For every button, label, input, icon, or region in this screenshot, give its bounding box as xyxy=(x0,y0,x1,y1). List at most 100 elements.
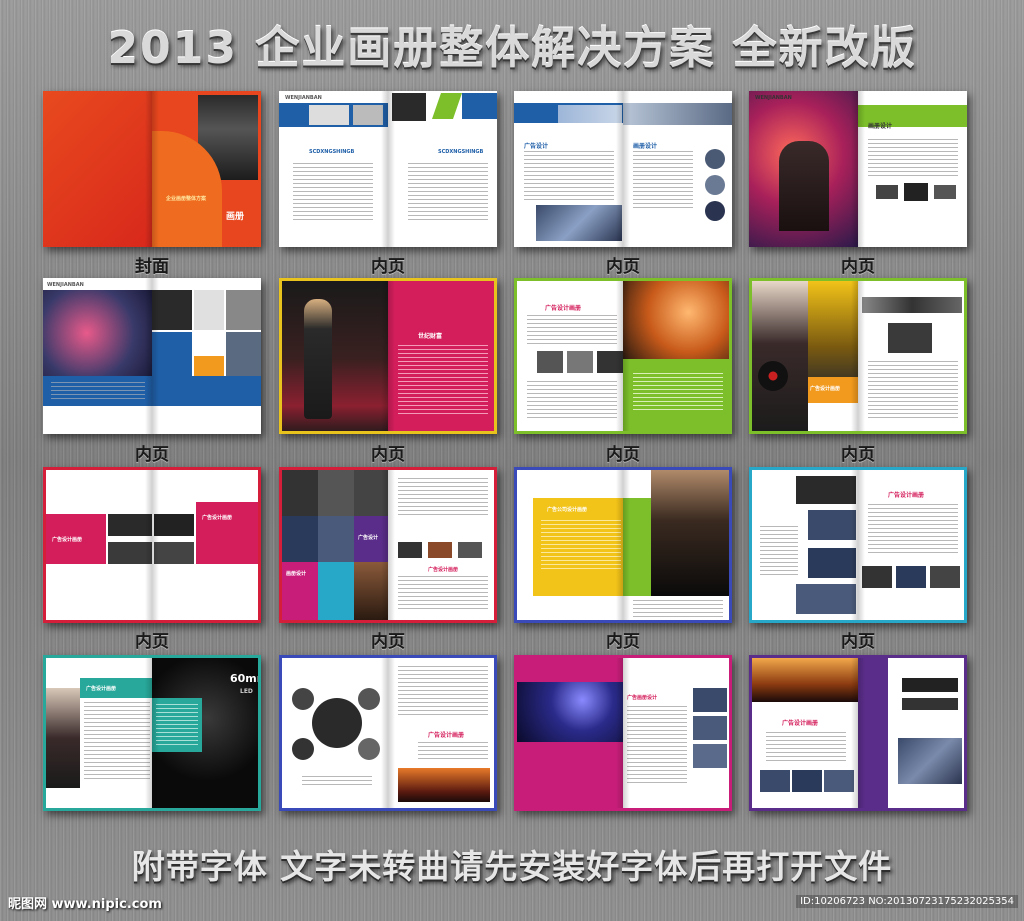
singer-figure xyxy=(304,299,332,419)
spread-inner-13[interactable]: 广告设计画册 xyxy=(279,655,497,811)
mixer-photo xyxy=(898,738,962,784)
mixer-photo xyxy=(108,514,152,536)
page-right xyxy=(858,281,964,431)
equipment-photo xyxy=(808,548,856,578)
circle-photo-cluster xyxy=(312,698,362,748)
body-text-lines xyxy=(156,704,198,746)
section-title: 广告设计画册 xyxy=(202,515,233,521)
page-left xyxy=(43,91,152,247)
page-left xyxy=(282,281,388,431)
page-right: SCDXNGSHINGB xyxy=(388,91,497,247)
equipment-photo xyxy=(354,470,388,516)
equipment-photo xyxy=(194,290,224,330)
page-right: 画册 企业画册整体方案 xyxy=(152,91,261,247)
equipment-photo xyxy=(904,183,928,201)
equipment-photo xyxy=(226,290,261,330)
spread-inner-10[interactable]: 广告公司设计画册 xyxy=(514,467,732,623)
mixer-photo xyxy=(154,542,194,564)
header-text: WENJIANBAN xyxy=(285,95,322,101)
body-text-lines xyxy=(398,345,488,415)
equipment-photo xyxy=(796,584,856,614)
equipment-photo xyxy=(282,470,318,516)
page-right: 广告画册设计 xyxy=(623,658,729,808)
caption-inner: 内页 xyxy=(606,257,640,277)
equipment-photo xyxy=(896,566,926,588)
body-text-lines xyxy=(398,576,488,612)
section-title: 广告设计画册 xyxy=(888,492,925,499)
equipment-photo xyxy=(934,185,956,199)
equipment-photo xyxy=(824,770,854,792)
body-text-lines xyxy=(302,776,372,788)
equipment-photo xyxy=(862,566,892,588)
spread-inner-8[interactable]: 广告设计画册 广告设计画册 xyxy=(43,467,261,623)
footer-note: 附带字体 文字未转曲请先安装好字体后再打开文件 xyxy=(131,847,893,886)
cover-subtitle: 企业画册整体方案 xyxy=(166,196,207,202)
page-left: 广告设计画册 xyxy=(46,470,152,620)
page-right: 画册设计 xyxy=(623,91,732,247)
body-text-lines xyxy=(524,151,614,201)
page-left: 广告公司设计画册 xyxy=(517,470,623,620)
spread-inner-6[interactable]: 广告设计画册 xyxy=(514,278,732,434)
header-text: WENJIANBAN xyxy=(47,282,84,288)
spread-inner-5[interactable]: 世纪财富 xyxy=(279,278,497,434)
dj-photo xyxy=(779,141,829,231)
green-accent xyxy=(432,93,462,119)
dj-photo xyxy=(46,688,80,788)
equipment-photo xyxy=(876,185,898,199)
concert-photo xyxy=(398,768,490,802)
page-right: 广告设计画册 xyxy=(388,470,494,620)
body-text-lines xyxy=(868,361,958,421)
page-left xyxy=(752,470,858,620)
equipment-photo xyxy=(318,516,354,562)
caption-inner: 内页 xyxy=(841,257,875,277)
mixer-photo xyxy=(154,514,194,536)
page-left: 广告设计画册 xyxy=(752,658,858,808)
blue-accent xyxy=(462,93,497,119)
page-right xyxy=(858,658,964,808)
body-text-lines xyxy=(527,381,617,421)
dj-concert-photo xyxy=(517,682,623,742)
spread-inner-9[interactable]: 广告设计 画册设计 广告设计画册 xyxy=(279,467,497,623)
woman-headphones-photo xyxy=(623,281,729,359)
equipment-photo xyxy=(309,105,349,125)
page-left: 广告设计画册 xyxy=(46,658,152,808)
round-photo xyxy=(358,738,380,760)
page-right xyxy=(623,281,729,431)
spread-inner-14[interactable]: 广告画册设计 xyxy=(514,655,732,811)
body-text-lines xyxy=(760,526,798,576)
spread-inner-1[interactable]: WENJIANBAN SCDXNGSHINGB SCDXNGSHINGB xyxy=(279,91,497,247)
caption-inner: 内页 xyxy=(606,445,640,465)
section-title: 广告画册设计 xyxy=(627,695,658,701)
spread-inner-4[interactable]: WENJIANBAN xyxy=(43,278,261,434)
section-title: 广告设计画册 xyxy=(782,720,819,727)
spread-inner-7[interactable]: 广告设计画册 xyxy=(749,278,967,434)
spread-inner-3[interactable]: WENJIANBAN 画册设计 xyxy=(749,91,967,247)
section-title: 广告设计画册 xyxy=(545,305,582,312)
equipment-photo xyxy=(693,744,727,768)
page-left: WENJIANBAN SCDXNGSHINGB xyxy=(279,91,388,247)
caption-inner: 内页 xyxy=(135,445,169,465)
equipment-photo xyxy=(567,351,593,373)
body-text-lines xyxy=(868,504,958,554)
spread-inner-12[interactable]: 广告设计画册 60mm LED xyxy=(43,655,261,811)
equipment-photo xyxy=(282,516,318,562)
mixer-photo xyxy=(536,205,622,241)
section-title: 广告设计画册 xyxy=(428,732,465,739)
equipment-photo xyxy=(808,510,856,540)
spread-inner-15[interactable]: 广告设计画册 xyxy=(749,655,967,811)
spread-inner-2[interactable]: 广告设计 画册设计 xyxy=(514,91,732,247)
spread-cover[interactable]: 画册 企业画册整体方案 xyxy=(43,91,261,247)
equipment-photo xyxy=(318,470,354,516)
caption-inner: 内页 xyxy=(371,632,405,652)
spread-inner-11[interactable]: 广告设计画册 xyxy=(749,467,967,623)
equipment-photo xyxy=(392,93,426,121)
equipment-photo xyxy=(792,770,822,792)
caption-inner: 内页 xyxy=(371,445,405,465)
header-text: WENJIANBAN xyxy=(755,95,792,101)
equipment-photo xyxy=(693,716,727,740)
page-right: 60mm LED xyxy=(152,658,258,808)
equipment-photo xyxy=(537,351,563,373)
equipment-photo xyxy=(930,566,960,588)
body-text-lines xyxy=(398,666,488,716)
purple-block xyxy=(858,658,888,808)
